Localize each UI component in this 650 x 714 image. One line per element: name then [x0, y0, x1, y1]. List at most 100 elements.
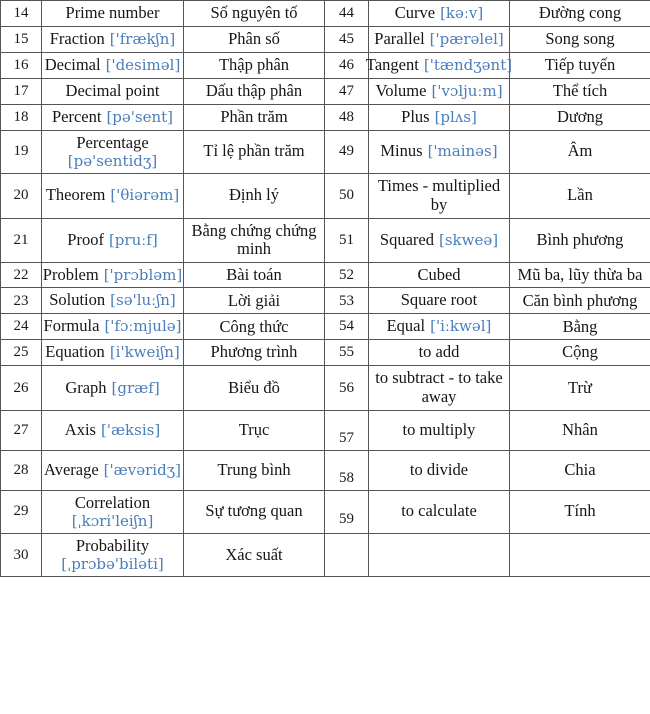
vietnamese-cell: Dương — [509, 103, 650, 131]
ipa-transcription: ['θiərəm] — [110, 186, 180, 205]
vietnamese-term: Dấu thập phân — [205, 80, 303, 100]
row-number-cell: 24 — [0, 313, 42, 341]
english-term: Correlation — [74, 492, 151, 512]
term-cell: Square root — [368, 287, 510, 315]
vietnamese-cell: Bằng chứng chứng minh — [183, 217, 325, 263]
row-number-cell: 18 — [0, 103, 42, 131]
vietnamese-cell — [509, 532, 650, 578]
table-row: 27 Axis ['æksis] Trục 57 to multiply Nhân — [0, 409, 650, 451]
table-row: 22 Problem ['prɔbləm] Bài toán 52 Cubed Mũ ba,… — [0, 261, 650, 289]
term-cell: Volume ['vɔljuːm] — [368, 77, 510, 105]
vietnamese-term: Song song — [545, 29, 615, 49]
vietnamese-cell: Song song — [509, 25, 650, 53]
vietnamese-term: Thể tích — [552, 80, 608, 100]
row-number-cell: 45 — [324, 25, 369, 53]
term-cell: to subtract - to take away — [368, 365, 510, 411]
vietnamese-term: Bình phương — [536, 229, 624, 249]
ipa-transcription: [skweə] — [438, 230, 499, 249]
term-cell: Formula ['fɔːmjulə] — [41, 313, 184, 341]
row-number: 53 — [339, 292, 354, 309]
ipa-transcription: [pə'sent] — [106, 107, 174, 126]
english-term: Square root — [400, 290, 478, 310]
term-cell: Curve [kəːv] — [368, 0, 510, 27]
ipa-transcription: ['vɔljuːm] — [431, 81, 503, 100]
vietnamese-cell: Công thức — [183, 313, 325, 341]
vietnamese-cell: Biểu đồ — [183, 365, 325, 411]
vietnamese-cell: Phân số — [183, 25, 325, 53]
english-term: Tangent — [365, 54, 419, 74]
row-number: 29 — [13, 503, 29, 520]
vietnamese-term: Tiếp tuyến — [544, 55, 616, 75]
vietnamese-cell: Bằng — [509, 313, 650, 341]
row-number-cell: 54 — [324, 313, 369, 341]
vietnamese-cell: Sự tương quan — [183, 489, 325, 534]
row-number: 22 — [13, 266, 29, 283]
term-cell — [368, 532, 510, 578]
row-number: 45 — [339, 30, 354, 47]
english-term: Times - multiplied by — [377, 175, 501, 214]
vietnamese-term: Mũ ba, lũy thừa ba — [517, 264, 643, 284]
ipa-transcription: [pə'sentidʒ] — [67, 152, 158, 170]
term-cell: to multiply — [368, 409, 510, 451]
row-number-cell: 51 — [324, 217, 369, 263]
vietnamese-cell: Trừ — [509, 365, 650, 411]
table-row: 18 Percent [pə'sent] Phần trăm 48 Plus [plʌs] D… — [0, 103, 650, 131]
term-cell: Squared [skweə] — [368, 217, 510, 263]
row-number-cell: 25 — [0, 339, 42, 367]
row-number: 15 — [13, 30, 29, 47]
row-number-cell: 44 — [324, 0, 369, 27]
ipa-transcription: [kəːv] — [440, 4, 484, 22]
term-cell: Axis ['æksis] — [41, 409, 184, 451]
english-term: Decimal point — [65, 80, 160, 100]
vietnamese-term: Đường cong — [538, 3, 622, 23]
vietnamese-cell: Âm — [509, 129, 650, 174]
vietnamese-term: Bài toán — [226, 264, 282, 284]
english-term: to multiply — [402, 419, 476, 439]
english-term: Axis — [64, 419, 96, 439]
row-number: 30 — [13, 546, 29, 563]
vietnamese-term: Trung bình — [217, 459, 291, 479]
vietnamese-cell: Tiếp tuyến — [509, 51, 650, 79]
table-row: 28 Average ['ævəridʒ] Trung bình 58 to divide… — [0, 449, 650, 491]
term-cell: Prime number — [41, 0, 184, 27]
row-number: 17 — [13, 82, 29, 99]
table-row: 15 Fraction ['frækʃn] Phân số 45 Parallel ['pæ… — [0, 25, 650, 53]
vietnamese-term: Dương — [556, 106, 604, 126]
vietnamese-term: Căn bình phương — [522, 290, 638, 310]
row-number: 19 — [13, 143, 29, 160]
ipa-transcription: [i'kweiʃn] — [109, 343, 180, 362]
vietnamese-term: Số nguyên tố — [210, 3, 298, 23]
row-number-cell: 47 — [324, 77, 369, 105]
table-row: 19 Percentage [pə'sentidʒ] Tỉ lệ phần trăm 4… — [0, 129, 650, 174]
vietnamese-cell: Thể tích — [509, 77, 650, 105]
english-term: to add — [418, 342, 460, 362]
vietnamese-term: Sự tương quan — [205, 501, 303, 521]
term-cell: Cubed — [368, 261, 510, 289]
term-cell: to calculate — [368, 489, 510, 534]
ipa-transcription: [pruːf] — [108, 230, 158, 249]
vietnamese-cell: Dấu thập phân — [183, 77, 325, 105]
vietnamese-term: Trừ — [568, 377, 592, 397]
term-cell: Proof [pruːf] — [41, 217, 184, 263]
row-number: 49 — [339, 143, 354, 160]
vietnamese-term: Âm — [567, 141, 593, 161]
row-number-cell: 29 — [0, 489, 42, 534]
vietnamese-term: Thập phân — [218, 55, 290, 75]
vietnamese-cell: Lần — [509, 172, 650, 219]
english-term: Graph — [65, 377, 107, 397]
term-cell: Probability [ˌprɔbə'biləti] — [41, 532, 184, 578]
vietnamese-cell: Trục — [183, 409, 325, 451]
vietnamese-cell: Cộng — [509, 339, 650, 367]
term-cell: Percentage [pə'sentidʒ] — [41, 129, 184, 174]
english-term: Prime number — [65, 3, 160, 22]
ipa-transcription: ['mainəs] — [427, 142, 498, 161]
table-row: 21 Proof [pruːf] Bằng chứng chứng minh 51 Squ… — [0, 217, 650, 263]
ipa-transcription: ['fɔːmjulə] — [104, 317, 182, 336]
term-cell: Times - multiplied by — [368, 172, 510, 219]
row-number-cell — [324, 532, 369, 578]
term-cell: Plus [plʌs] — [368, 103, 510, 131]
vietnamese-cell: Định lý — [183, 172, 325, 219]
english-term: Fraction — [49, 28, 105, 48]
table-row: 16 Decimal ['desiməl] Thập phân 46 Tangent ['t… — [0, 51, 650, 79]
term-cell: Tangent ['tændʒənt] — [365, 51, 512, 79]
